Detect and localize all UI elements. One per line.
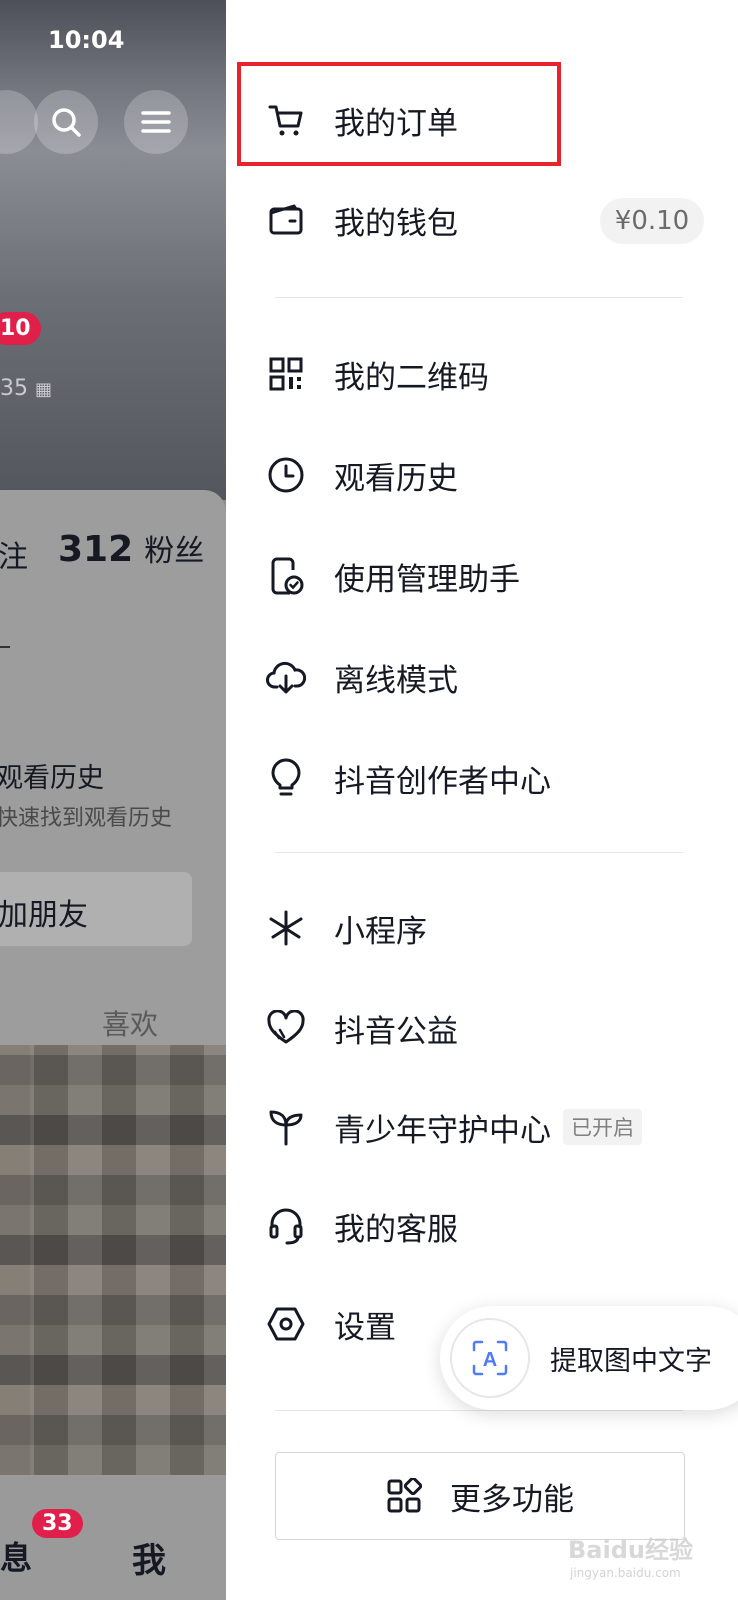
avatar-badge: 10 — [0, 312, 41, 345]
menu-item-creator-center[interactable]: 抖音创作者中心 — [266, 748, 706, 808]
sprout-icon — [266, 1107, 306, 1147]
tab-messages-fragment[interactable]: 息 — [0, 1533, 32, 1579]
menu-item-label: 我的二维码 — [334, 359, 489, 396]
baidu-watermark-url: jingyan.baidu.com — [570, 1566, 681, 1580]
menu-item-label: 我的客服 — [334, 1211, 458, 1248]
phone-check-icon — [266, 556, 306, 596]
menu-item-label: 使用管理助手 — [334, 561, 520, 598]
baidu-watermark: Baidu经验 — [568, 1536, 693, 1564]
menu-item-usage-assistant[interactable]: 使用管理助手 — [266, 546, 706, 606]
menu-item-label: 抖音公益 — [334, 1013, 458, 1050]
menu-item-customer-service[interactable]: 我的客服 — [266, 1196, 706, 1256]
fans-count: 312 — [58, 529, 134, 570]
menu-item-qrcode[interactable]: 我的二维码 — [266, 344, 706, 404]
apps-grid-icon — [387, 1478, 422, 1513]
hexagon-gear-icon — [266, 1304, 306, 1344]
extract-text-floating-button[interactable]: A 提取图中文字 — [440, 1306, 738, 1410]
menu-item-offline-mode[interactable]: 离线模式 — [266, 647, 706, 707]
enabled-tag: 已开启 — [563, 1109, 642, 1145]
menu-divider — [275, 297, 683, 298]
svg-text:A: A — [483, 1349, 497, 1371]
menu-item-mini-programs[interactable]: 小程序 — [266, 898, 706, 958]
headset-icon — [266, 1206, 306, 1246]
clock-icon — [266, 455, 306, 495]
more-features-button[interactable]: 更多功能 — [275, 1452, 685, 1540]
back-button-partial[interactable] — [0, 90, 38, 154]
menu-item-label: 离线模式 — [334, 662, 458, 699]
fans-stat[interactable]: 312 粉丝 — [58, 526, 204, 570]
menu-item-label: 设置 — [334, 1309, 396, 1346]
history-entry-sub: 快速找到观看历史 — [0, 806, 173, 831]
menu-item-label: 抖音创作者中心 — [334, 763, 551, 800]
hamburger-icon — [141, 111, 171, 133]
edit-underline-fragment — [0, 622, 10, 648]
user-id-text: 35 — [0, 376, 28, 401]
fans-label: 粉丝 — [144, 534, 205, 569]
follow-label-fragment: 注 — [0, 540, 28, 575]
highlight-annotation-box — [237, 62, 561, 166]
tab-me[interactable]: 我 — [132, 1533, 166, 1582]
menu-item-label: 观看历史 — [334, 460, 458, 497]
search-icon — [52, 108, 81, 137]
history-entry-title[interactable]: 观看历史 — [0, 756, 104, 795]
search-button[interactable] — [34, 90, 98, 154]
cloud-download-icon — [266, 657, 306, 697]
wallet-balance-badge: ¥0.10 — [600, 198, 704, 244]
qrcode-mini-icon: ▦ — [35, 379, 53, 400]
menu-item-charity[interactable]: 抖音公益 — [266, 998, 706, 1058]
heart-icon — [266, 1008, 306, 1048]
profile-header-background: 10:04 10 35 ▦ — [0, 0, 226, 500]
extract-text-label: 提取图中文字 — [550, 1345, 712, 1377]
qrcode-icon — [266, 354, 306, 394]
profile-page-dimmed: 10:04 10 35 ▦ 注 312 粉丝 观看历史 快速找到观看历史 加朋友… — [0, 0, 226, 1600]
add-friend-button[interactable]: 加朋友 — [0, 872, 192, 946]
messages-badge: 33 — [32, 1509, 83, 1538]
user-id-fragment: 35 ▦ — [0, 376, 52, 401]
menu-item-label: 青少年守护中心 — [334, 1112, 551, 1149]
wallet-icon — [266, 200, 306, 240]
status-time: 10:04 — [48, 26, 125, 54]
menu-item-watch-history[interactable]: 观看历史 — [266, 445, 706, 505]
more-features-label: 更多功能 — [450, 1481, 574, 1518]
menu-item-label: 我的钱包 — [334, 205, 458, 242]
menu-divider — [275, 1410, 683, 1411]
menu-item-youth-protection[interactable]: 青少年守护中心 已开启 — [266, 1097, 706, 1157]
lightbulb-icon — [266, 758, 306, 798]
menu-item-label: 小程序 — [334, 913, 427, 950]
menu-button[interactable] — [124, 90, 188, 154]
menu-divider — [275, 852, 683, 853]
tab-likes[interactable]: 喜欢 — [102, 1003, 158, 1043]
bottom-tab-bar: 息 33 我 — [0, 1475, 226, 1600]
text-scan-icon: A — [450, 1318, 530, 1398]
add-friend-label: 加朋友 — [0, 898, 88, 933]
blurred-video-overlay — [0, 1045, 226, 1475]
miniprogram-icon — [266, 908, 306, 948]
